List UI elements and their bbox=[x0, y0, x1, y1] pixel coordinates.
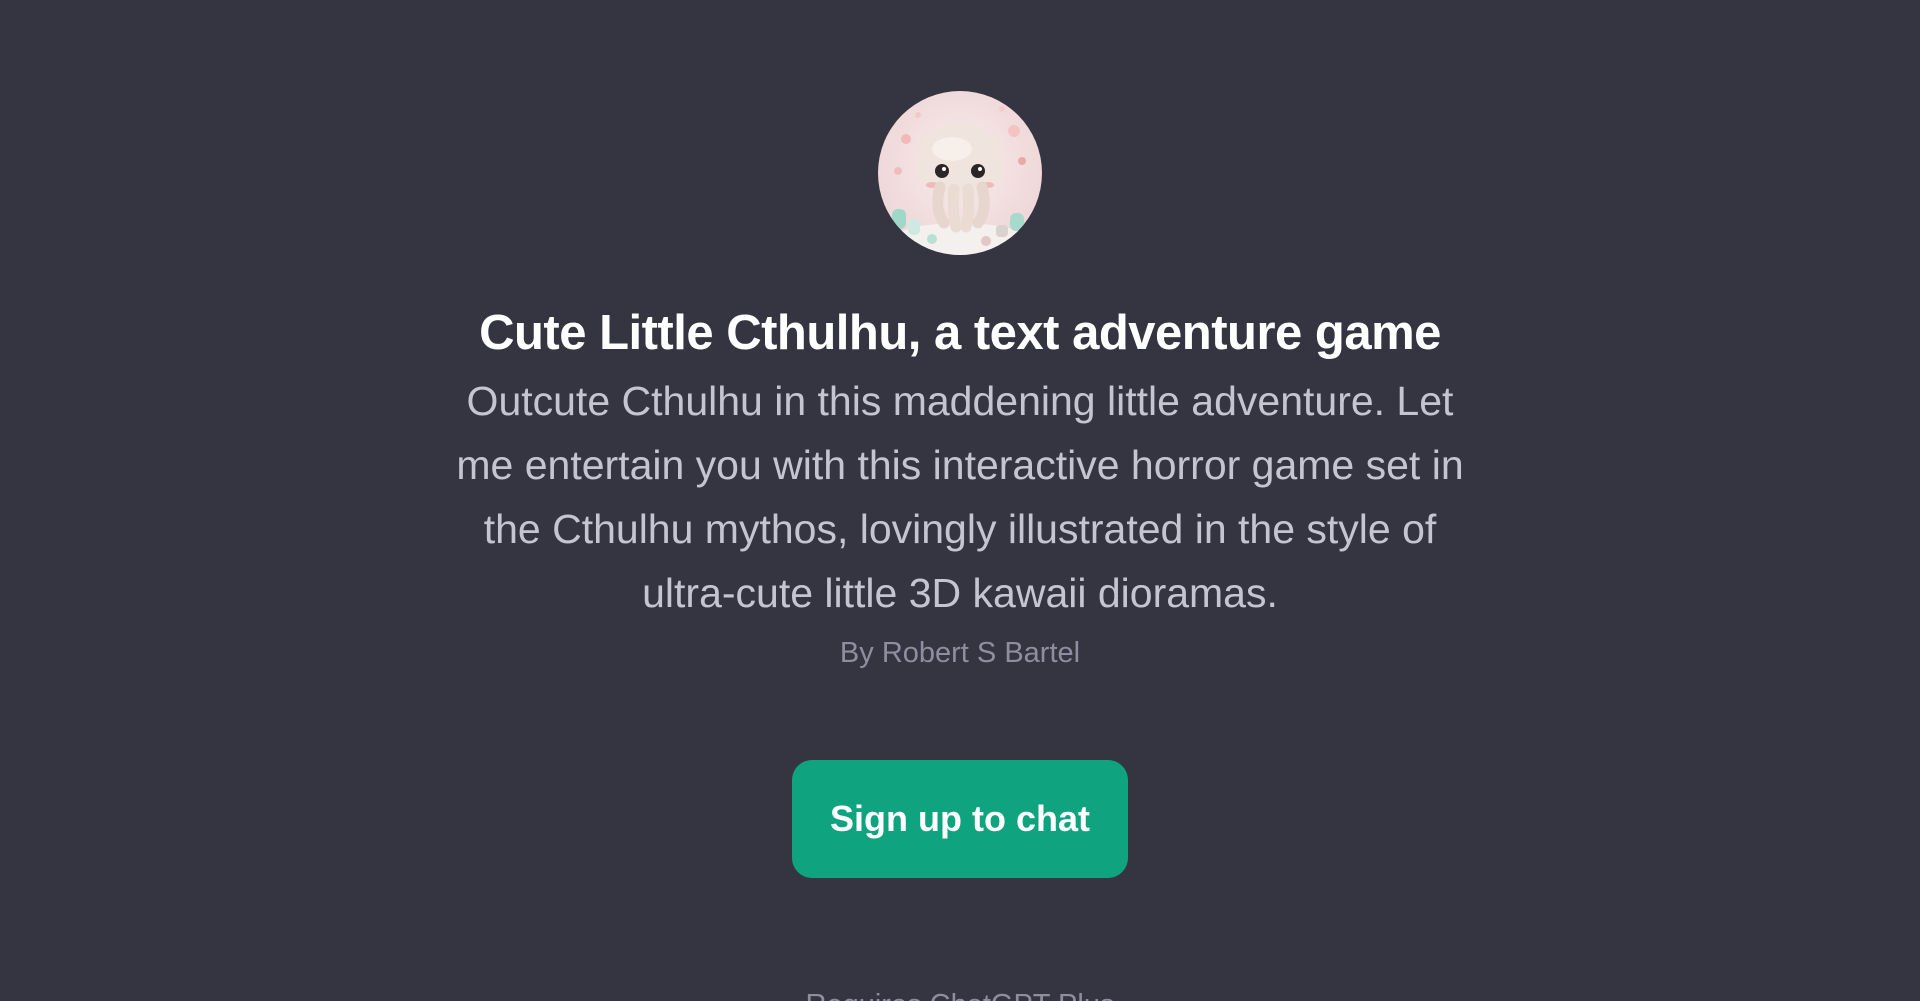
plus-requirement-note: Requires ChatGPT Plus bbox=[0, 985, 1920, 1001]
gpt-landing-page: Cute Little Cthulhu, a text adventure ga… bbox=[0, 0, 1920, 1001]
gpt-author: By Robert S Bartel bbox=[839, 637, 1081, 669]
gpt-description: Outcute Cthulhu in this maddening little… bbox=[456, 378, 1464, 616]
gpt-title: Cute Little Cthulhu, a text adventure ga… bbox=[479, 306, 1441, 360]
sign-up-button[interactable]: Sign up to chat bbox=[792, 760, 1128, 878]
cthulhu-avatar-icon bbox=[878, 91, 1042, 255]
